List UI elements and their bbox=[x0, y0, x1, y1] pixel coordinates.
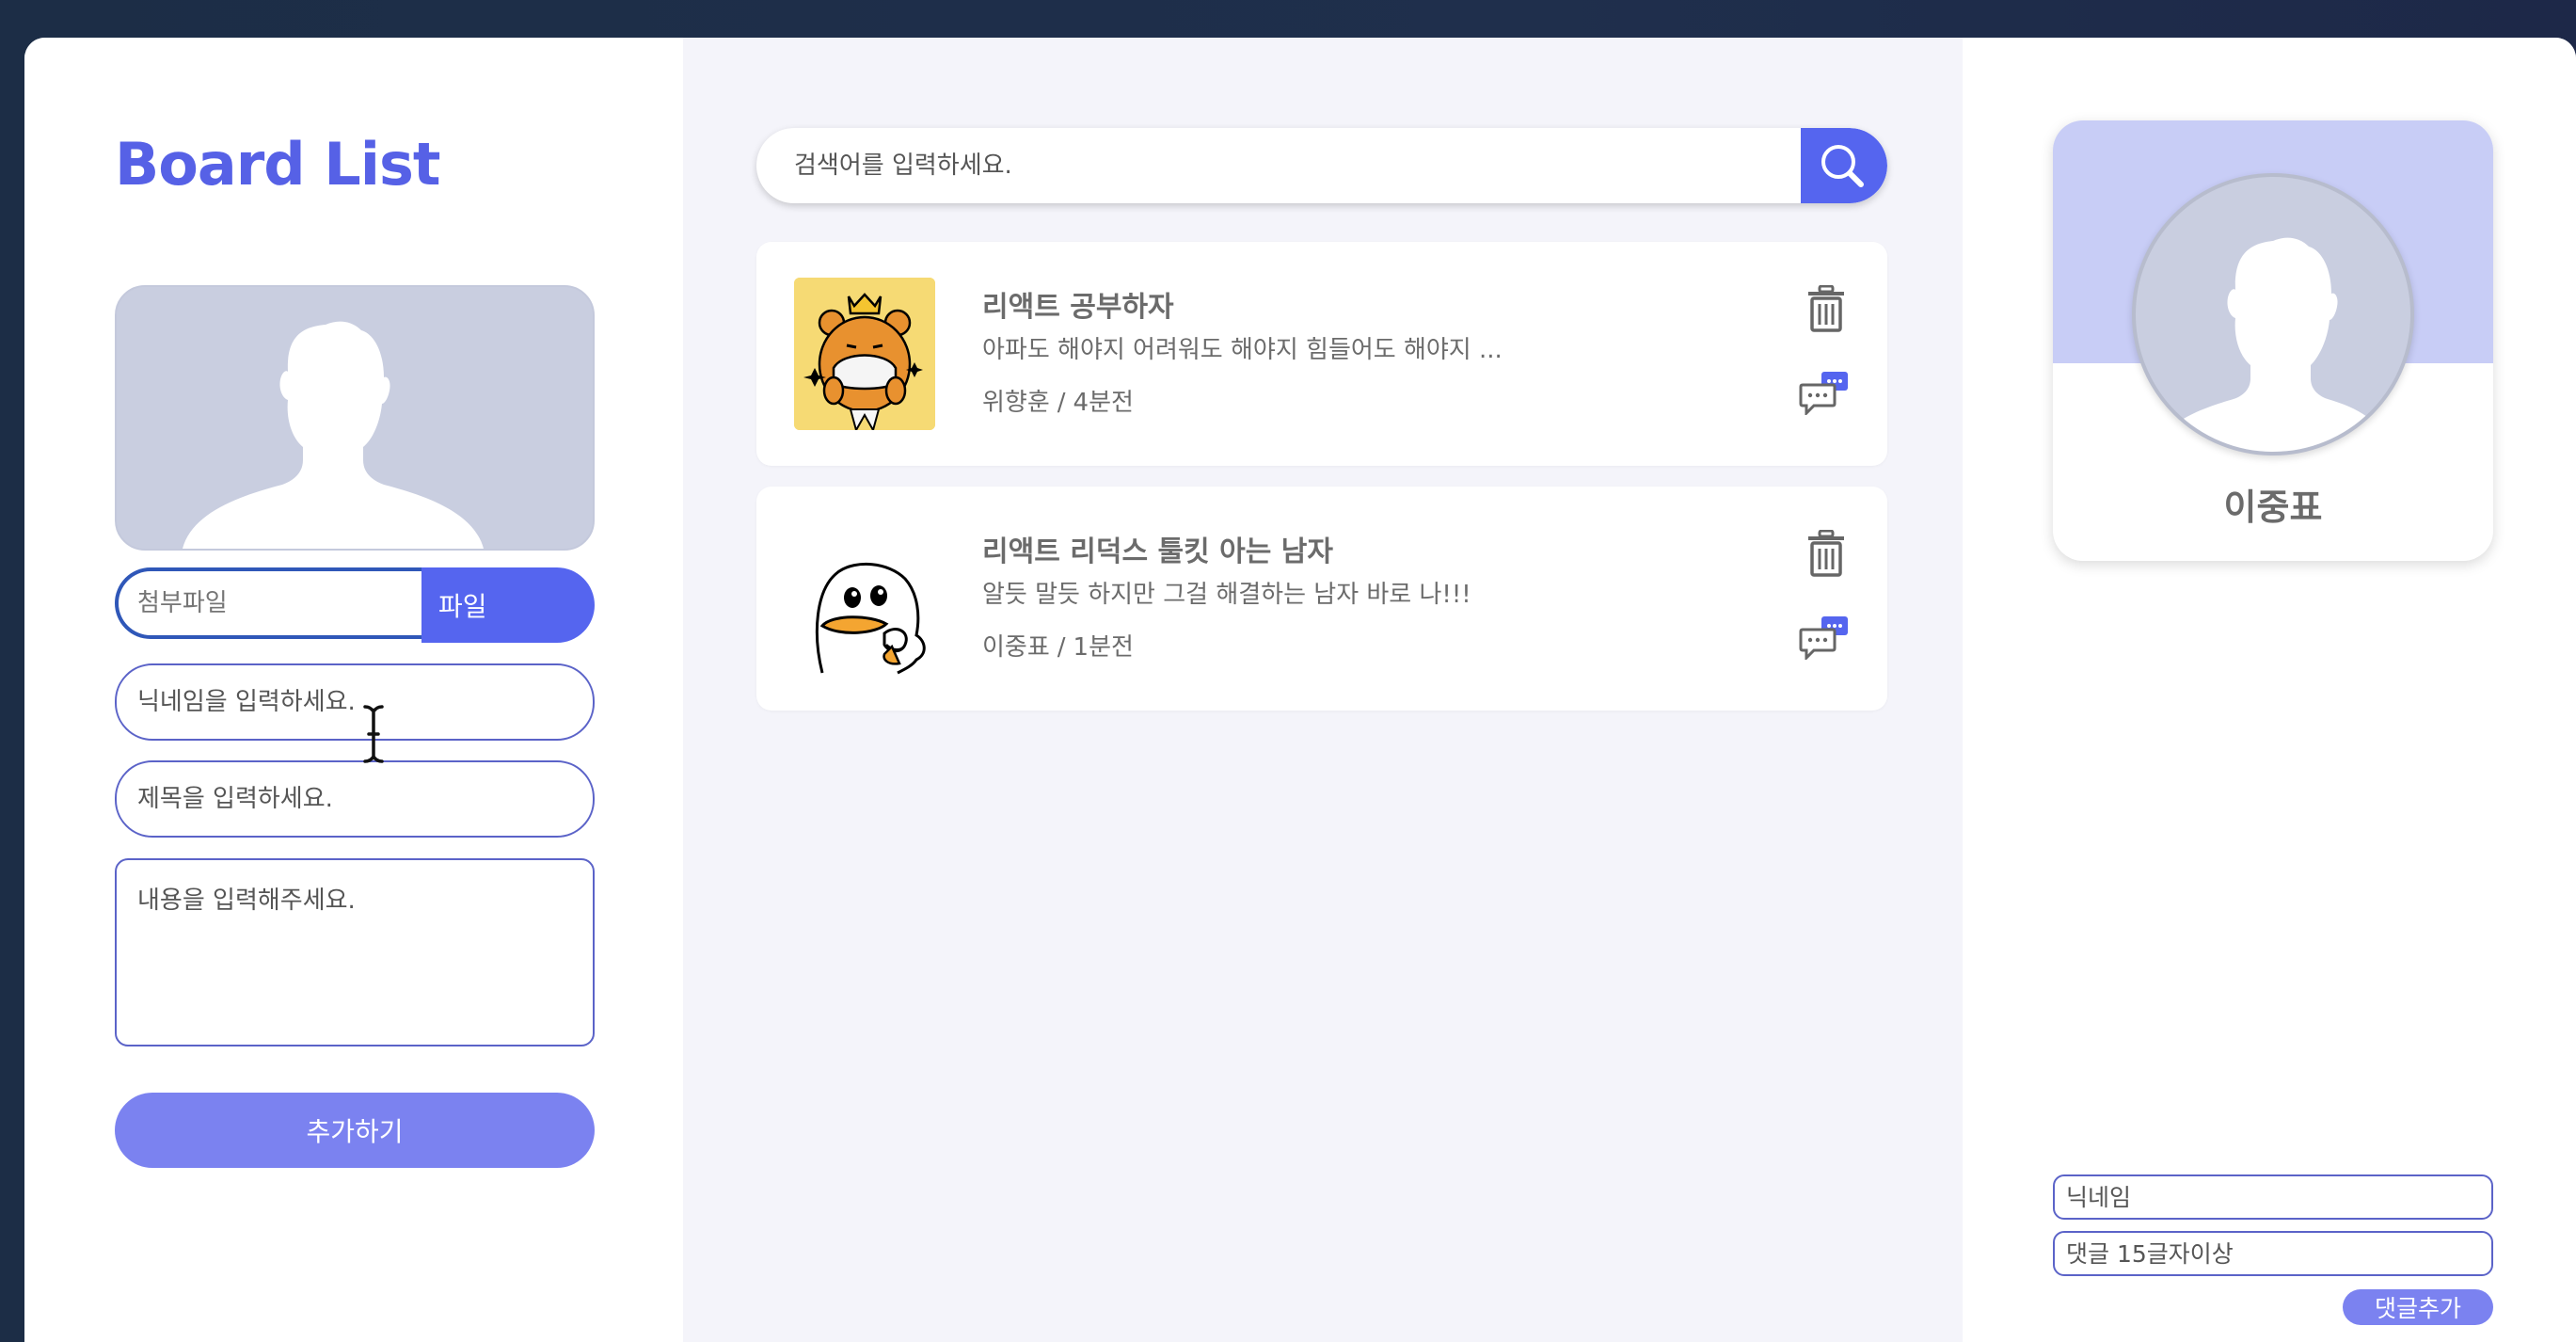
add-post-button[interactable]: 추가하기 bbox=[115, 1093, 595, 1168]
post-thumbnail bbox=[794, 522, 935, 675]
avatar bbox=[2132, 173, 2414, 455]
file-select-button[interactable]: 파일 bbox=[421, 567, 595, 643]
post-card[interactable]: 리액트 공부하자 아파도 해야지 어려워도 해야지 힘들어도 해야지 ... 위… bbox=[756, 242, 1887, 466]
post-title: 리액트 리덕스 툴킷 아는 남자 bbox=[982, 535, 1333, 568]
user-silhouette-icon bbox=[2155, 237, 2392, 452]
post-meta: 이중표/1분전 bbox=[982, 628, 1134, 663]
post-meta: 위향훈/4분전 bbox=[982, 383, 1134, 418]
image-preview bbox=[115, 285, 595, 551]
page-title: Board List bbox=[115, 130, 441, 199]
trash-icon[interactable] bbox=[1806, 530, 1846, 577]
profile-name: 이중표 bbox=[2223, 487, 2323, 528]
file-name-input[interactable] bbox=[115, 567, 421, 639]
post-card[interactable]: 리액트 리덕스 툴킷 아는 남자 알듯 말듯 하지만 그걸 해결하는 남자 바로… bbox=[756, 487, 1887, 711]
post-content: 아파도 해야지 어려워도 해야지 힘들어도 해야지 ... bbox=[982, 336, 1503, 364]
comment-input[interactable] bbox=[2053, 1231, 2493, 1276]
meta-separator: / bbox=[1057, 633, 1066, 662]
search-bar bbox=[756, 128, 1887, 203]
post-time: 1분전 bbox=[1073, 633, 1134, 662]
add-comment-button[interactable]: 댓글추가 bbox=[2343, 1289, 2493, 1325]
title-input[interactable] bbox=[115, 760, 595, 838]
trash-icon[interactable] bbox=[1806, 285, 1846, 332]
comment-nickname-input[interactable] bbox=[2053, 1174, 2493, 1220]
post-list-panel: 리액트 공부하자 아파도 해야지 어려워도 해야지 힘들어도 해야지 ... 위… bbox=[683, 38, 1963, 1342]
post-time: 4분전 bbox=[1073, 389, 1134, 417]
nickname-input[interactable] bbox=[115, 663, 595, 741]
meta-separator: / bbox=[1057, 389, 1066, 417]
duck-character-icon bbox=[794, 522, 935, 675]
comment-icon[interactable] bbox=[1799, 372, 1850, 415]
write-panel: Board List 파일 추가하기 bbox=[24, 38, 683, 1342]
comment-icon[interactable] bbox=[1799, 616, 1850, 660]
search-button[interactable] bbox=[1801, 128, 1887, 203]
post-thumbnail bbox=[794, 278, 935, 430]
post-content: 알듯 말듯 하지만 그걸 해결하는 남자 바로 나!!! bbox=[982, 581, 1471, 609]
profile-card: 이중표 bbox=[2053, 120, 2493, 561]
content-textarea[interactable] bbox=[115, 858, 595, 1046]
user-silhouette-icon bbox=[183, 321, 484, 549]
bear-character-icon bbox=[794, 278, 935, 430]
post-author: 위향훈 bbox=[982, 389, 1050, 417]
text-cursor-icon bbox=[363, 705, 384, 763]
file-attach-row: 파일 bbox=[115, 567, 595, 645]
post-author: 이중표 bbox=[982, 633, 1050, 662]
search-input[interactable] bbox=[756, 128, 1801, 203]
profile-panel: 이중표 댓글추가 bbox=[1963, 38, 2576, 1342]
search-icon bbox=[1821, 145, 1864, 187]
app-window: Board List 파일 추가하기 bbox=[24, 38, 2576, 1342]
post-title: 리액트 공부하자 bbox=[982, 291, 1174, 324]
